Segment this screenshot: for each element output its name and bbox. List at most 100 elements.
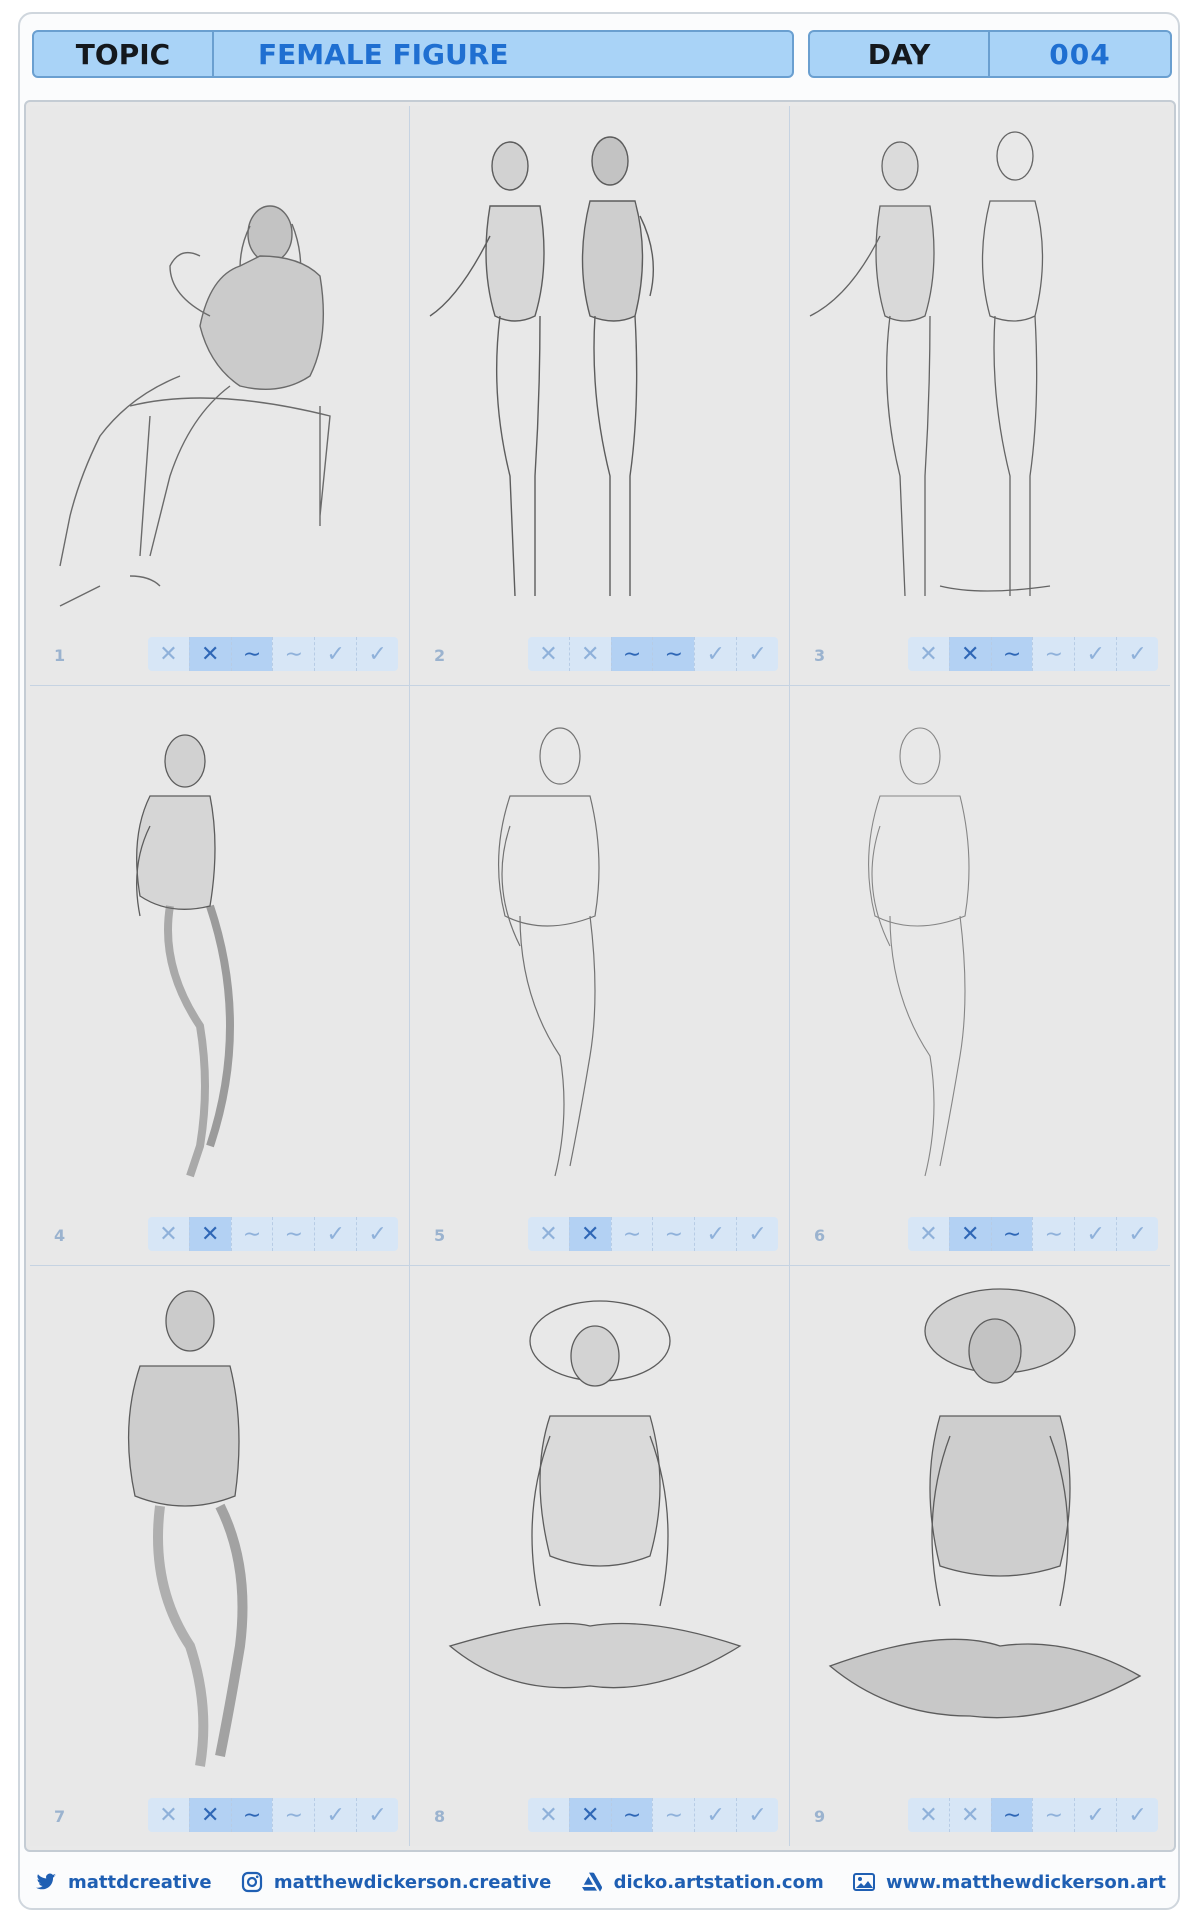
rating-good-2[interactable]: ✓ xyxy=(1116,1217,1158,1251)
day-bar: DAY 004 xyxy=(808,30,1172,78)
sketch-seated-figure xyxy=(59,205,331,607)
rating-bar[interactable]: ✕ ✕ ∼ ∼ ✓ ✓ xyxy=(528,1217,778,1251)
sketch-leaning-figure-light xyxy=(868,727,970,1177)
twitter-handle: mattdcreative xyxy=(68,1871,212,1893)
rating-bar[interactable]: ✕ ✕ ∼ ∼ ✓ ✓ xyxy=(908,1798,1158,1832)
rating-fail-2[interactable]: ✕ xyxy=(568,1217,611,1251)
rating-fail-2[interactable]: ✕ xyxy=(568,1798,611,1832)
rating-good-2[interactable]: ✓ xyxy=(356,1217,398,1251)
rating-ok-1[interactable]: ∼ xyxy=(230,1798,273,1832)
sketch-number: 1 xyxy=(54,646,66,665)
rating-fail-2[interactable]: ✕ xyxy=(188,1217,231,1251)
rating-ok-2[interactable]: ∼ xyxy=(652,1798,694,1832)
rating-good-1[interactable]: ✓ xyxy=(694,1798,736,1832)
rating-ok-1[interactable]: ∼ xyxy=(230,637,273,671)
sketch-cell-1[interactable]: 1 ✕ ✕ ∼ ∼ ✓ ✓ xyxy=(30,106,410,686)
instagram-link[interactable]: matthewdickerson.creative xyxy=(240,1870,551,1894)
rating-fail-1[interactable]: ✕ xyxy=(908,1217,949,1251)
artstation-icon xyxy=(581,1872,602,1892)
rating-good-2[interactable]: ✓ xyxy=(736,637,778,671)
rating-good-2[interactable]: ✓ xyxy=(736,1217,778,1251)
rating-ok-2[interactable]: ∼ xyxy=(1032,637,1074,671)
rating-ok-1[interactable]: ∼ xyxy=(610,1217,653,1251)
sketch-cell-3[interactable]: 3 ✕ ✕ ∼ ∼ ✓ ✓ xyxy=(790,106,1170,686)
rating-fail-2[interactable]: ✕ xyxy=(948,637,991,671)
instagram-icon xyxy=(241,1871,263,1893)
footer: mattdcreative matthewdickerson.creative … xyxy=(24,1862,1176,1902)
rating-good-2[interactable]: ✓ xyxy=(1116,637,1158,671)
sketch-number: 6 xyxy=(814,1226,826,1245)
sketch-cell-7[interactable]: 7 ✕ ✕ ∼ ∼ ✓ ✓ xyxy=(30,1266,410,1846)
rating-good-2[interactable]: ✓ xyxy=(1116,1798,1158,1832)
rating-good-1[interactable]: ✓ xyxy=(1074,637,1116,671)
rating-ok-2[interactable]: ∼ xyxy=(272,637,314,671)
rating-good-2[interactable]: ✓ xyxy=(356,1798,398,1832)
sketch-number: 2 xyxy=(434,646,446,665)
rating-ok-1[interactable]: ∼ xyxy=(610,1798,653,1832)
rating-ok-2[interactable]: ∼ xyxy=(652,1217,694,1251)
rating-fail-2[interactable]: ✕ xyxy=(188,1798,231,1832)
rating-ok-1[interactable]: ∼ xyxy=(990,1798,1033,1832)
rating-fail-2[interactable]: ✕ xyxy=(188,637,231,671)
artstation-url: dicko.artstation.com xyxy=(613,1871,824,1893)
website-url: www.matthewdickerson.art xyxy=(885,1871,1166,1893)
rating-fail-2[interactable]: ✕ xyxy=(948,1217,991,1251)
rating-bar[interactable]: ✕ ✕ ∼ ∼ ✓ ✓ xyxy=(148,637,398,671)
rating-bar[interactable]: ✕ ✕ ∼ ∼ ✓ ✓ xyxy=(528,1798,778,1832)
sketch-kneeling-figure-hat xyxy=(448,1300,742,1689)
sketch-number: 9 xyxy=(814,1807,826,1826)
rating-bar[interactable]: ✕ ✕ ∼ ∼ ✓ ✓ xyxy=(908,1217,1158,1251)
sketch-cell-8[interactable]: 8 ✕ ✕ ∼ ∼ ✓ ✓ xyxy=(410,1266,790,1846)
rating-fail-1[interactable]: ✕ xyxy=(528,637,569,671)
rating-ok-2[interactable]: ∼ xyxy=(272,1217,314,1251)
rating-bar[interactable]: ✕ ✕ ∼ ∼ ✓ ✓ xyxy=(908,637,1158,671)
sketch-cell-9[interactable]: 9 ✕ ✕ ∼ ∼ ✓ ✓ xyxy=(790,1266,1170,1846)
rating-bar[interactable]: ✕ ✕ ∼ ∼ ✓ ✓ xyxy=(148,1798,398,1832)
rating-ok-2[interactable]: ∼ xyxy=(1032,1798,1074,1832)
sketch-number: 4 xyxy=(54,1226,66,1245)
image-icon xyxy=(852,1873,875,1891)
sketch-kneeling-figure-hat-shaded xyxy=(828,1288,1142,1719)
rating-ok-2[interactable]: ∼ xyxy=(272,1798,314,1832)
rating-fail-1[interactable]: ✕ xyxy=(908,1798,949,1832)
rating-fail-1[interactable]: ✕ xyxy=(528,1798,569,1832)
rating-good-1[interactable]: ✓ xyxy=(314,1217,356,1251)
website-link[interactable]: www.matthewdickerson.art xyxy=(852,1870,1166,1894)
rating-bar[interactable]: ✕ ✕ ∼ ∼ ✓ ✓ xyxy=(528,637,778,671)
topic-label: TOPIC xyxy=(34,32,214,76)
rating-good-1[interactable]: ✓ xyxy=(694,637,736,671)
rating-good-2[interactable]: ✓ xyxy=(356,637,398,671)
rating-fail-1[interactable]: ✕ xyxy=(148,1798,189,1832)
rating-good-1[interactable]: ✓ xyxy=(1074,1798,1116,1832)
rating-fail-1[interactable]: ✕ xyxy=(908,637,949,671)
sketch-two-standing-figures-line xyxy=(809,131,1051,597)
topic-value: FEMALE FIGURE xyxy=(258,37,509,71)
sketch-cell-4[interactable]: 4 ✕ ✕ ∼ ∼ ✓ ✓ xyxy=(30,686,410,1266)
rating-fail-2[interactable]: ✕ xyxy=(948,1798,991,1832)
sketch-cell-2[interactable]: 2 ✕ ✕ ∼ ∼ ✓ ✓ xyxy=(410,106,790,686)
rating-fail-2[interactable]: ✕ xyxy=(568,637,611,671)
sketch-cell-5[interactable]: 5 ✕ ✕ ∼ ∼ ✓ ✓ xyxy=(410,686,790,1266)
rating-good-2[interactable]: ✓ xyxy=(736,1798,778,1832)
rating-bar[interactable]: ✕ ✕ ∼ ∼ ✓ ✓ xyxy=(148,1217,398,1251)
rating-good-1[interactable]: ✓ xyxy=(1074,1217,1116,1251)
rating-ok-1[interactable]: ∼ xyxy=(990,637,1033,671)
rating-ok-1[interactable]: ∼ xyxy=(990,1217,1033,1251)
sketch-leaning-figure-line xyxy=(497,727,600,1177)
rating-fail-1[interactable]: ✕ xyxy=(528,1217,569,1251)
artstation-link[interactable]: dicko.artstation.com xyxy=(580,1870,824,1894)
rating-fail-1[interactable]: ✕ xyxy=(148,1217,189,1251)
day-value: 004 xyxy=(1049,37,1111,71)
rating-ok-2[interactable]: ∼ xyxy=(1032,1217,1074,1251)
rating-good-1[interactable]: ✓ xyxy=(314,637,356,671)
sketch-cell-6[interactable]: 6 ✕ ✕ ∼ ∼ ✓ ✓ xyxy=(790,686,1170,1266)
day-label: DAY xyxy=(810,32,990,76)
rating-good-1[interactable]: ✓ xyxy=(314,1798,356,1832)
rating-good-1[interactable]: ✓ xyxy=(694,1217,736,1251)
rating-fail-1[interactable]: ✕ xyxy=(148,637,189,671)
rating-ok-1[interactable]: ∼ xyxy=(610,637,653,671)
sketch-standing-figure-shaded xyxy=(127,1290,248,1767)
rating-ok-2[interactable]: ∼ xyxy=(652,637,695,671)
rating-ok-1[interactable]: ∼ xyxy=(230,1217,273,1251)
twitter-link[interactable]: mattdcreative xyxy=(34,1870,212,1894)
